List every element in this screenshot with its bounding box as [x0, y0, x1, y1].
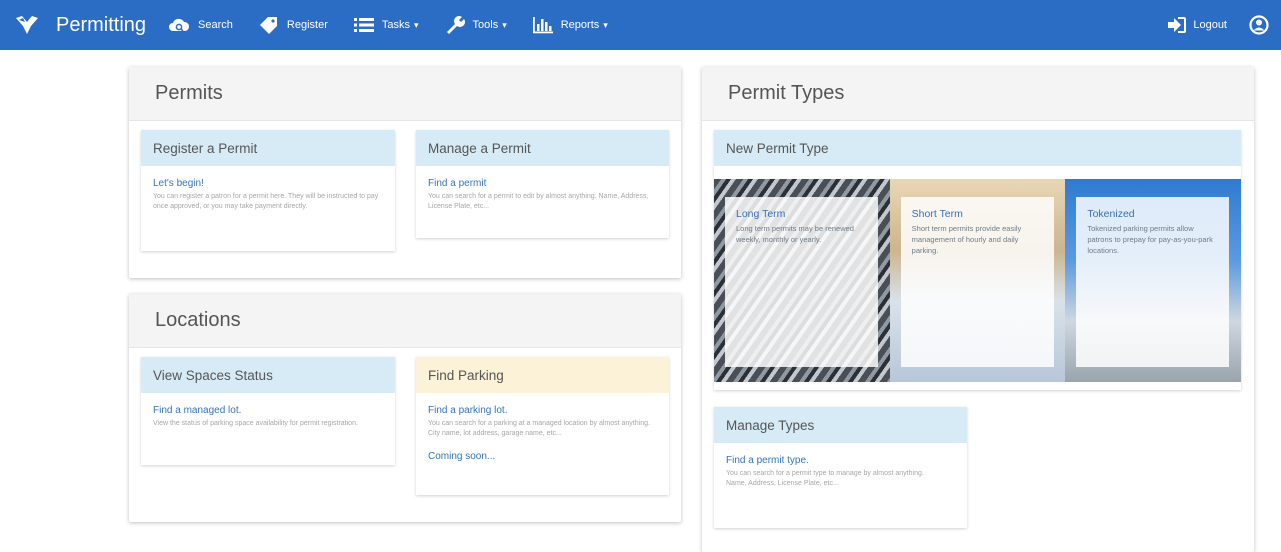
wrench-icon [446, 16, 465, 34]
find-managed-lot-link[interactable]: Find a managed lot. [153, 405, 383, 416]
long-term-overlay: Long Term Long term permits may be renew… [725, 197, 878, 367]
find-parking-card: Find Parking Find a parking lot. You can… [416, 357, 669, 495]
nav-tasks-label: Tasks [381, 19, 410, 31]
list-icon [353, 18, 374, 32]
long-term-option[interactable]: Long Term Long term permits may be renew… [714, 179, 890, 382]
coming-soon-link[interactable]: Coming soon... [428, 451, 657, 462]
nav-tools[interactable]: Tools ▾ [445, 16, 507, 34]
brand-name: Permitting [56, 13, 147, 36]
view-spaces-description: View the status of parking space availab… [153, 420, 358, 427]
tokenized-overlay: Tokenized Tokenized parking permits allo… [1076, 197, 1230, 367]
chevron-down-icon: ▾ [603, 19, 608, 30]
find-parking-heading: Find Parking [416, 357, 669, 393]
find-parking-lot-link[interactable]: Find a parking lot. [428, 405, 657, 416]
short-term-title: Short Term [911, 208, 963, 220]
nav-register-label: Register [286, 19, 328, 31]
locations-panel: Locations View Spaces Status Find a mana… [129, 294, 681, 522]
manage-permit-card: Manage a Permit Find a permit You can se… [416, 130, 669, 238]
find-permit-link[interactable]: Find a permit [428, 178, 657, 189]
chevron-down-icon: ▾ [502, 19, 507, 30]
logout-button[interactable]: Logout [1168, 17, 1227, 33]
tag-icon [259, 17, 277, 34]
register-permit-description: You can register a patron for a permit h… [153, 193, 379, 210]
register-permit-heading: Register a Permit [141, 130, 395, 166]
manage-types-card: Manage Types Find a permit type. You can… [714, 407, 967, 528]
short-term-overlay: Short Term Short term permits provide ea… [900, 197, 1054, 367]
user-account-icon[interactable] [1249, 15, 1269, 35]
permits-panel-title: Permits [129, 67, 681, 121]
sign-out-icon [1168, 17, 1187, 33]
manage-types-examples: Name, Address, License Plate, etc... [726, 480, 839, 487]
nav-tasks[interactable]: Tasks ▾ [353, 17, 419, 33]
tokenized-option[interactable]: Tokenized Tokenized parking permits allo… [1065, 179, 1241, 382]
chevron-down-icon: ▾ [413, 19, 419, 30]
bar-chart-icon [532, 17, 553, 34]
lets-begin-link[interactable]: Let's begin! [153, 178, 383, 189]
find-parking-description: You can search for a parking at a manage… [428, 420, 650, 427]
nav-register[interactable]: Register [259, 16, 328, 34]
locations-panel-title: Locations [129, 294, 681, 348]
register-permit-card: Register a Permit Let's begin! You can r… [141, 130, 395, 251]
view-spaces-heading: View Spaces Status [141, 357, 395, 393]
find-parking-examples: City name, lot address, garage name, etc… [428, 430, 562, 437]
nav-search[interactable]: Search [168, 17, 233, 33]
search-cloud-icon [169, 18, 190, 32]
manage-types-heading: Manage Types [714, 407, 967, 443]
manage-permit-description: You can search for a permit to edit by a… [428, 193, 649, 210]
permits-panel: Permits Register a Permit Let's begin! Y… [129, 67, 681, 278]
long-term-description: Long term permits may be renewed weekly,… [736, 224, 854, 244]
nav-tools-label: Tools [472, 19, 499, 31]
short-term-description: Short term permits provide easily manage… [911, 224, 1022, 255]
nav-reports[interactable]: Reports ▾ [532, 16, 608, 34]
permit-types-panel-title: Permit Types [702, 67, 1254, 121]
long-term-title: Long Term [736, 208, 786, 220]
brand[interactable]: Permitting [14, 14, 146, 37]
tokenized-description: Tokenized parking permits allow patrons … [1087, 224, 1213, 255]
nav-reports-label: Reports [560, 19, 600, 31]
permit-types-panel: Permit Types New Permit Type Long Term L… [702, 67, 1254, 552]
manage-permit-heading: Manage a Permit [416, 130, 669, 166]
top-navbar: Permitting Search Register Tasks ▾ Tools… [0, 0, 1281, 50]
tokenized-title: Tokenized [1087, 208, 1135, 220]
nav-search-label: Search [198, 19, 233, 31]
find-permit-type-link[interactable]: Find a permit type. [726, 455, 955, 466]
new-permit-type-heading: New Permit Type [714, 130, 1241, 166]
app-logo-icon [16, 16, 38, 34]
view-spaces-card: View Spaces Status Find a managed lot. V… [141, 357, 395, 465]
permit-type-options: Long Term Long term permits may be renew… [714, 179, 1241, 382]
logout-label: Logout [1193, 19, 1227, 31]
short-term-option[interactable]: Short Term Short term permits provide ea… [889, 179, 1066, 382]
manage-types-description: You can search for a permit type to mana… [726, 470, 924, 477]
